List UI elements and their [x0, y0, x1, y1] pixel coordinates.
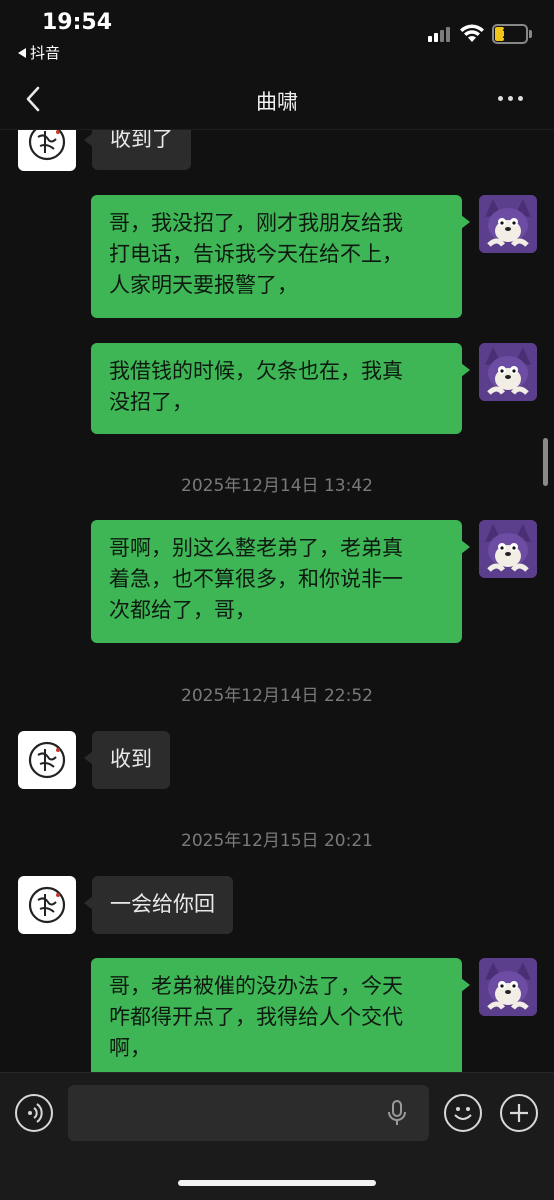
my-avatar[interactable]	[479, 343, 537, 401]
my-avatar[interactable]	[479, 195, 537, 253]
cartoon-cat-avatar-icon	[479, 343, 537, 401]
calligraphy-logo-icon	[28, 741, 66, 779]
smiley-face-icon	[454, 1107, 472, 1120]
plus-icon[interactable]	[500, 1094, 538, 1132]
scrollbar[interactable]	[543, 438, 548, 486]
back-to-app-button[interactable]: 抖音	[18, 42, 60, 63]
cartoon-cat-avatar-icon	[479, 195, 537, 253]
message-line: 哥，我没招了，刚才我朋友给我	[109, 211, 403, 235]
status-bar: 19:54 抖音 17	[0, 0, 554, 70]
message-timestamp: 2025年12月14日 13:42	[181, 476, 373, 496]
cartoon-cat-avatar-icon	[479, 520, 537, 578]
message-bubble-sent[interactable]: 哥啊，别这么整老弟了，老弟真 着急，也不算很多，和你说非一 次都给了，哥，	[91, 520, 470, 643]
emoji-icon[interactable]	[444, 1094, 482, 1132]
battery-cap	[529, 30, 532, 38]
my-avatar[interactable]	[479, 958, 537, 1016]
chat-title: 曲啸	[256, 90, 298, 114]
message-line: 哥，老弟被催的没办法了，今天	[109, 974, 403, 998]
back-triangle-icon	[18, 47, 26, 58]
contact-avatar[interactable]	[18, 130, 76, 171]
message-line: 哥啊，别这么整老弟了，老弟真	[109, 536, 403, 560]
message-bubble-sent[interactable]: 哥，我没招了，刚才我朋友给我 打电话，告诉我今天在给不上， 人家明天要报警了，	[91, 195, 470, 318]
cartoon-cat-avatar-icon	[479, 958, 537, 1016]
chat-header: 曲啸	[0, 70, 554, 130]
microphone-icon[interactable]	[386, 1099, 408, 1127]
contact-avatar[interactable]	[18, 876, 76, 934]
voice-icon[interactable]	[15, 1094, 53, 1132]
voice-waves-icon	[28, 1103, 43, 1123]
message-bubble-sent[interactable]: 哥，老弟被催的没办法了，今天 咋都得开点了，我得给人个交代 啊，	[91, 958, 470, 1072]
wifi-icon	[460, 24, 484, 42]
more-options-icon[interactable]	[498, 96, 523, 101]
message-bubble-received[interactable]: 一会给你回	[84, 876, 233, 934]
battery-icon: 17	[492, 24, 528, 44]
my-avatar[interactable]	[479, 520, 537, 578]
message-text: 收到了	[110, 130, 173, 151]
back-app-label: 抖音	[30, 44, 61, 62]
contact-avatar[interactable]	[18, 731, 76, 789]
message-text: 收到	[110, 747, 152, 771]
home-indicator[interactable]	[178, 1180, 376, 1186]
message-line: 我借钱的时候，欠条也在，我真	[109, 359, 403, 383]
message-line: 次都给了，哥，	[109, 598, 256, 622]
message-timestamp: 2025年12月15日 20:21	[181, 831, 373, 851]
message-bubble-received[interactable]: 收到了	[84, 130, 191, 170]
message-text: 一会给你回	[110, 892, 215, 916]
message-line: 没招了，	[109, 390, 193, 414]
message-line: 咋都得开点了，我得给人个交代	[109, 1005, 403, 1029]
message-line: 啊，	[109, 1036, 151, 1060]
message-input[interactable]	[68, 1085, 429, 1141]
battery-level: 17	[501, 27, 519, 41]
plus-sign-icon	[510, 1104, 528, 1122]
signal-icon	[428, 27, 450, 42]
calligraphy-logo-icon	[28, 886, 66, 924]
message-line: 人家明天要报警了，	[109, 273, 298, 297]
status-time: 19:54	[42, 10, 113, 35]
message-bubble-sent[interactable]: 我借钱的时候，欠条也在，我真 没招了，	[91, 343, 470, 434]
calligraphy-logo-icon	[28, 130, 66, 161]
message-timestamp: 2025年12月14日 22:52	[181, 686, 373, 706]
message-list[interactable]: 收到了 哥，我没招了，刚才我朋友给我 打电话，告诉我今天在给不上， 人家明天要报…	[0, 130, 554, 1072]
message-line: 着急，也不算很多，和你说非一	[109, 567, 403, 591]
message-bubble-received[interactable]: 收到	[84, 731, 170, 789]
message-line: 打电话，告诉我今天在给不上，	[109, 242, 403, 266]
